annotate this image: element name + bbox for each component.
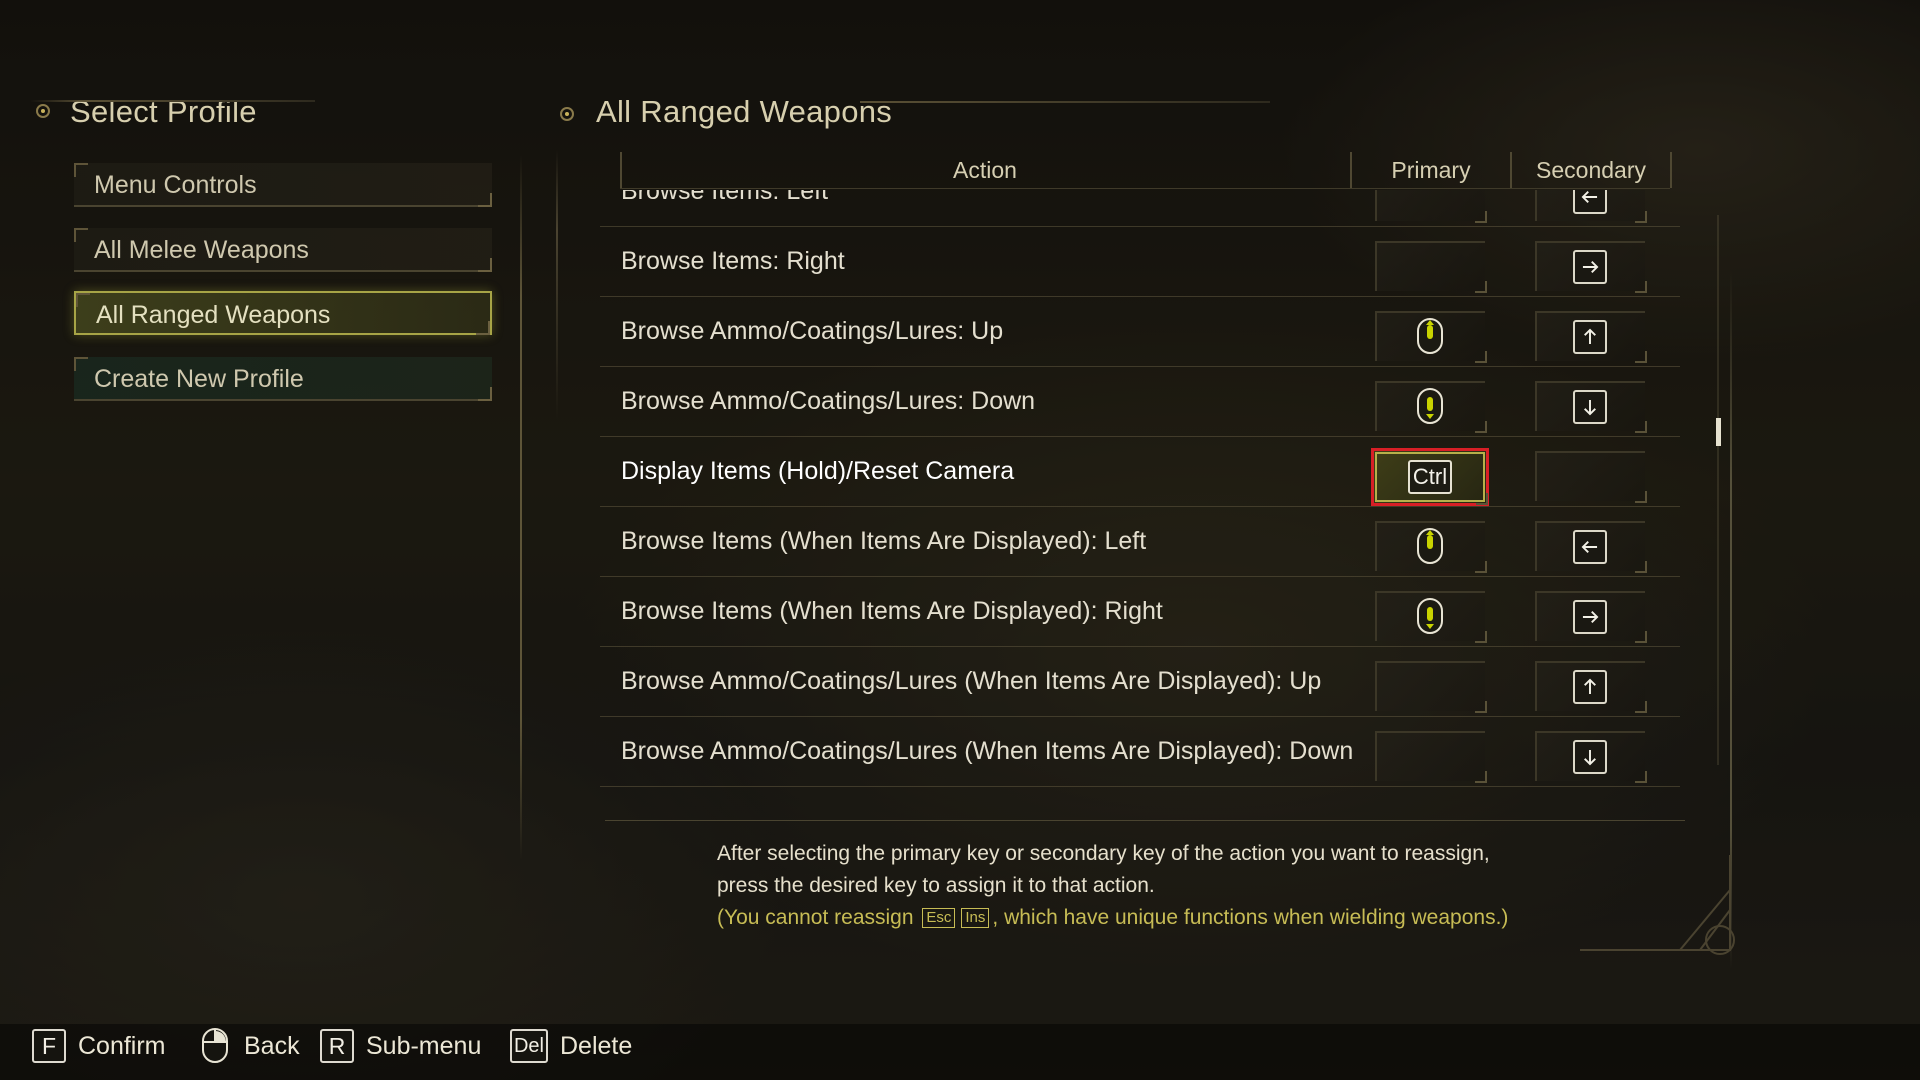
reassign-warning: (You cannot reassign Esc Ins, which have …: [717, 902, 1677, 934]
hint-label: Delete: [560, 1031, 633, 1060]
main-left-ornament: [556, 150, 558, 420]
column-action: Action: [953, 157, 1017, 183]
table-header: Action Primary Secondary: [620, 152, 1672, 188]
main-title-rule: [860, 101, 1270, 103]
binding-action-label: Browse Ammo/Coatings/Lures: Down: [621, 387, 1036, 415]
main-panel-title: All Ranged Weapons: [596, 94, 893, 129]
primary-key-slot[interactable]: [1375, 381, 1487, 433]
ctrl-key: Ctrl: [1408, 460, 1452, 494]
esc-key: Esc: [922, 908, 956, 928]
secondary-key-slot[interactable]: [1535, 241, 1647, 293]
primary-key-slot[interactable]: [1375, 521, 1487, 573]
profile-title-ornament-icon: [36, 104, 50, 118]
hint-back[interactable]: Back: [198, 1028, 300, 1064]
binding-action-label: Browse Items (When Items Are Displayed):…: [621, 527, 1147, 555]
arrow-right-icon: [1573, 600, 1607, 634]
secondary-key-slot[interactable]: [1535, 591, 1647, 643]
primary-key-slot-selected[interactable]: Ctrl: [1371, 448, 1489, 506]
instructions-line-2: press the desired key to assign it to th…: [717, 874, 1155, 897]
instructions-text: After selecting the primary key or secon…: [717, 838, 1677, 934]
profile-menu-controls[interactable]: Menu Controls: [74, 163, 492, 207]
mouse-right-icon: [202, 1028, 228, 1063]
warning-prefix: (You cannot reassign: [717, 906, 914, 929]
arrow-up-icon: [1573, 670, 1607, 704]
primary-key-slot[interactable]: [1375, 311, 1487, 363]
primary-key-slot[interactable]: [1375, 190, 1487, 223]
secondary-key-slot[interactable]: [1535, 381, 1647, 433]
warning-suffix: , which have unique functions when wield…: [992, 906, 1509, 929]
hint-submenu[interactable]: R Sub-menu: [320, 1028, 481, 1064]
instructions-line-1: After selecting the primary key or secon…: [717, 842, 1490, 865]
column-secondary: Secondary: [1536, 157, 1646, 183]
hint-label: Confirm: [78, 1031, 166, 1060]
secondary-key-slot[interactable]: [1535, 451, 1647, 503]
binding-row[interactable]: Browse Items: Left: [600, 190, 1680, 227]
secondary-key-slot[interactable]: [1535, 731, 1647, 783]
binding-row[interactable]: Browse Ammo/Coatings/Lures: Up: [600, 296, 1680, 367]
mouse-wheel-up-icon: [1417, 528, 1443, 564]
binding-action-label: Browse Items: Right: [621, 247, 845, 275]
arrow-up-icon: [1573, 320, 1607, 354]
mouse-wheel-down-icon: [1417, 598, 1443, 634]
bindings-scroll-thumb[interactable]: [1716, 418, 1721, 446]
primary-key-slot[interactable]: [1375, 241, 1487, 293]
binding-action-label: Browse Ammo/Coatings/Lures (When Items A…: [621, 737, 1354, 765]
f-key: F: [32, 1029, 66, 1063]
profile-all-ranged-weapons[interactable]: All Ranged Weapons: [74, 291, 492, 335]
primary-key-slot[interactable]: [1375, 661, 1487, 713]
arrow-down-icon: [1573, 390, 1607, 424]
bindings-scrollbar[interactable]: [1717, 215, 1719, 765]
primary-key-slot[interactable]: [1375, 591, 1487, 643]
column-primary: Primary: [1391, 157, 1471, 183]
binding-row[interactable]: Browse Items (When Items Are Displayed):…: [600, 506, 1680, 577]
binding-row[interactable]: Browse Items (When Items Are Displayed):…: [600, 576, 1680, 647]
arrow-left-icon: [1573, 530, 1607, 564]
profile-panel-divider: [520, 155, 522, 860]
arrow-down-icon: [1573, 740, 1607, 774]
arrow-right-icon: [1573, 250, 1607, 284]
main-title-ornament-icon: [560, 107, 574, 121]
binding-row[interactable]: Browse Ammo/Coatings/Lures: Down: [600, 366, 1680, 437]
binding-row-focused[interactable]: Display Items (Hold)/Reset Camera Ctrl: [600, 436, 1680, 507]
primary-key-slot[interactable]: [1375, 731, 1487, 783]
binding-action-label: Browse Ammo/Coatings/Lures: Up: [621, 317, 1004, 345]
corner-ornament-icon: [1580, 855, 1735, 955]
binding-action-label: Browse Items (When Items Are Displayed):…: [621, 597, 1163, 625]
secondary-key-slot[interactable]: [1535, 311, 1647, 363]
hint-confirm[interactable]: F Confirm: [32, 1028, 166, 1064]
profile-title-rule: [30, 100, 315, 102]
binding-row[interactable]: Browse Ammo/Coatings/Lures (When Items A…: [600, 646, 1680, 717]
secondary-key-slot[interactable]: [1535, 190, 1647, 223]
ins-key: Ins: [961, 908, 990, 928]
bindings-list[interactable]: Browse Items: Left Browse Items: Right B…: [600, 190, 1690, 798]
secondary-key-slot[interactable]: [1535, 661, 1647, 713]
hint-label: Back: [244, 1031, 300, 1060]
notes-divider: [605, 820, 1685, 821]
hint-label: Sub-menu: [366, 1031, 482, 1060]
binding-action-label: Display Items (Hold)/Reset Camera: [621, 457, 1015, 485]
mouse-wheel-up-icon: [1417, 318, 1443, 354]
hint-delete[interactable]: Del Delete: [510, 1028, 632, 1064]
profile-all-melee-weapons[interactable]: All Melee Weapons: [74, 228, 492, 272]
binding-row[interactable]: Browse Ammo/Coatings/Lures (When Items A…: [600, 716, 1680, 787]
binding-action-label: Browse Items: Left: [621, 190, 829, 205]
secondary-key-slot[interactable]: [1535, 521, 1647, 573]
header-separator: [1670, 152, 1672, 188]
del-key: Del: [510, 1029, 548, 1063]
profile-create-new[interactable]: Create New Profile: [74, 357, 492, 401]
binding-action-label: Browse Ammo/Coatings/Lures (When Items A…: [621, 667, 1322, 695]
r-key: R: [320, 1029, 354, 1063]
binding-row[interactable]: Browse Items: Right: [600, 226, 1680, 297]
arrow-left-icon: [1573, 190, 1607, 214]
mouse-wheel-down-icon: [1417, 388, 1443, 424]
header-rule: [620, 188, 1670, 189]
